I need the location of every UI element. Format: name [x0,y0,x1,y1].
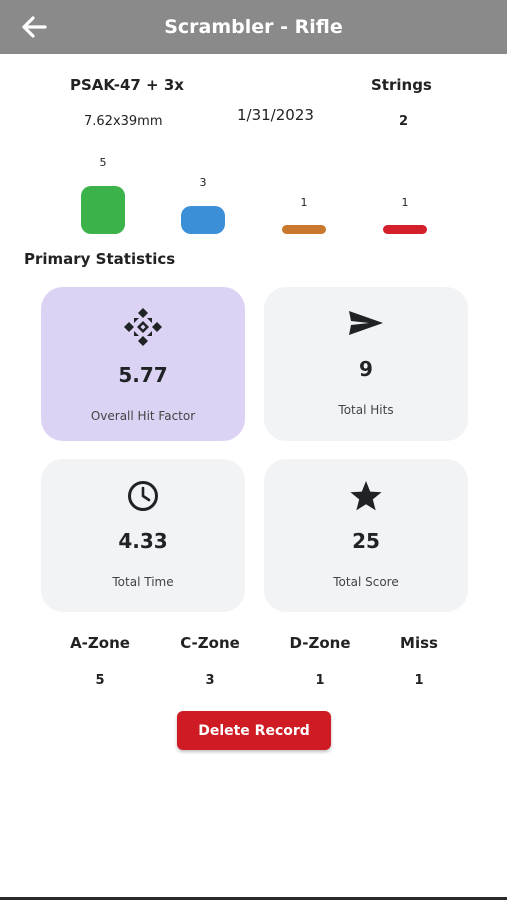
zone-value-miss: 1 [414,673,424,688]
bar-count-miss: 1 [401,196,409,209]
star-icon [350,481,382,511]
page-title: Scrambler - Rifle [164,16,343,38]
caliber-text: 7.62x39mm [84,114,163,129]
hit-factor-value: 5.77 [118,363,168,387]
firearm-name: PSAK-47 + 3x [70,76,184,94]
delete-record-button[interactable]: Delete Record [177,711,331,750]
zone-value-c: 3 [205,673,215,688]
strings-value: 2 [399,114,409,129]
zone-value-a: 5 [95,673,105,688]
hit-factor-label: Overall Hit Factor [90,409,196,423]
strings-label: Strings [371,76,432,94]
total-hits-value: 9 [359,357,373,381]
total-score-label: Total Score [333,575,399,589]
bar-miss [383,225,427,234]
stat-card-total-hits[interactable]: 9 Total Hits [264,287,468,441]
total-hits-label: Total Hits [338,403,394,417]
section-title: Primary Statistics [24,250,176,268]
zone-value-d: 1 [315,673,325,688]
total-time-value: 4.33 [118,529,168,553]
bar-count-c: 3 [199,176,207,189]
total-time-label: Total Time [112,575,174,589]
stat-card-hit-factor[interactable]: 5.77 Overall Hit Factor [41,287,245,441]
bar-d-zone [282,225,326,234]
session-date: 1/31/2023 [237,106,314,124]
app-bar: Scrambler - Rifle [0,0,507,54]
bar-c-zone [181,206,225,234]
bar-count-d: 1 [300,196,308,209]
zone-header-miss: Miss [400,634,438,652]
total-score-value: 25 [352,529,380,553]
zone-header-c: C-Zone [180,634,240,652]
hit-factor-icon [124,308,162,346]
stat-card-total-score[interactable]: 25 Total Score [264,459,468,612]
send-icon [349,311,383,335]
zone-header-d: D-Zone [289,634,351,652]
zone-header-a: A-Zone [70,634,130,652]
bar-count-a: 5 [99,156,107,169]
bar-a-zone [81,186,125,234]
clock-icon [128,481,158,511]
stat-card-total-time[interactable]: 4.33 Total Time [41,459,245,612]
